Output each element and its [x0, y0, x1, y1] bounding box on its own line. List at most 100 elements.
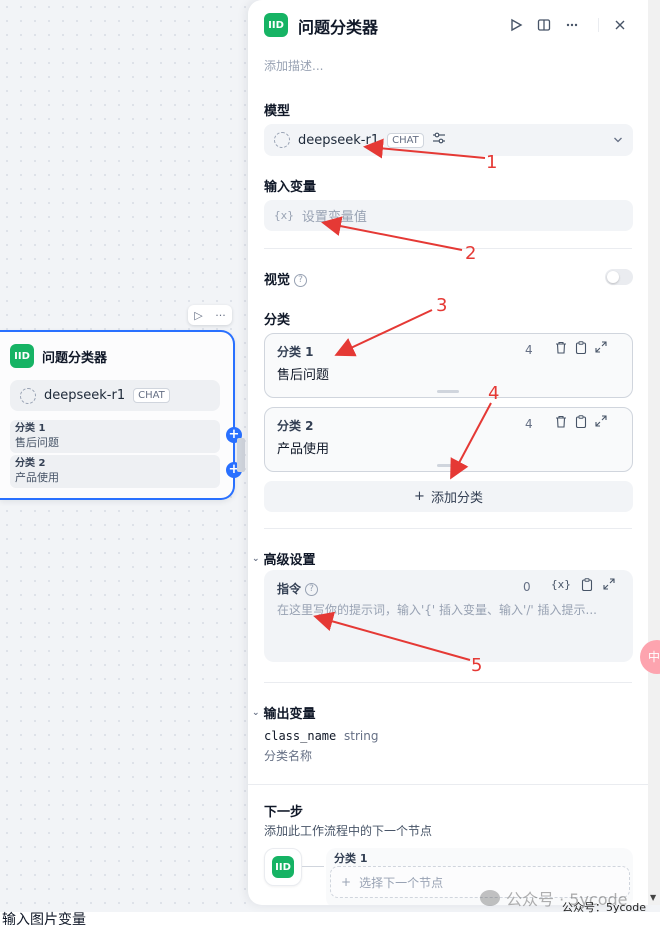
class-card[interactable]: 分类 1 4 售后问题 [264, 333, 633, 398]
trash-icon[interactable] [555, 341, 567, 358]
model-icon [274, 132, 290, 148]
advanced-settings-label: 高级设置 [263, 553, 316, 568]
node-class-item: 分类 1 售后问题 [10, 420, 220, 453]
node-model-name: deepseek-r1 [44, 388, 126, 403]
help-icon[interactable]: ? [294, 274, 308, 287]
close-icon[interactable] [608, 13, 632, 37]
class-name: 分类 1 [277, 345, 314, 359]
output-variable-type: string [344, 729, 379, 743]
next-step-label: 下一步 [264, 805, 304, 820]
class-tools [555, 341, 607, 358]
vision-label-text: 视觉 [264, 273, 291, 288]
node-class-name: 分类 1 [15, 423, 46, 434]
watermark-sub: 公众号：5ycode [562, 901, 647, 914]
instruction-label-text: 指令 [277, 582, 302, 596]
variable-icon[interactable]: {x} [551, 578, 571, 594]
instruction-tools: {x} [551, 578, 615, 594]
expand-icon[interactable] [603, 578, 615, 594]
resize-grip[interactable] [437, 390, 459, 393]
output-variable-desc: 分类名称 [264, 749, 313, 763]
model-icon [20, 387, 36, 404]
vision-toggle[interactable] [605, 269, 633, 285]
classifier-icon: IID [10, 344, 34, 368]
output-variable-name: class_name [264, 729, 337, 743]
node-class-text: 产品使用 [15, 471, 59, 484]
classes-label: 分类 [264, 313, 291, 328]
class-text[interactable]: 售后问题 [277, 364, 329, 383]
vision-label: 视觉? [264, 269, 308, 288]
class-name: 分类 2 [277, 419, 314, 433]
next-step-desc: 添加此工作流程中的下一个节点 [264, 824, 433, 838]
instruction-char-count: 0 [523, 580, 531, 594]
divider [264, 528, 632, 529]
annotation-number-2: 2 [465, 243, 477, 264]
node-model-chip: deepseek-r1 CHAT [10, 380, 220, 411]
annotation-number-4: 4 [488, 383, 500, 404]
current-node-icon: IID [264, 848, 302, 886]
node-title: 问题分类器 [42, 350, 108, 366]
expand-icon[interactable] [595, 415, 607, 432]
output-variables-label: 输出变量 [263, 707, 316, 722]
connector-line [302, 866, 324, 867]
clipboard-icon[interactable] [575, 341, 587, 358]
wechat-icon [480, 890, 500, 906]
divider [264, 682, 632, 683]
bottom-strip [0, 912, 660, 925]
clipboard-icon[interactable] [575, 415, 587, 432]
model-settings-icon[interactable] [432, 132, 446, 148]
chat-badge: CHAT [387, 132, 424, 148]
classifier-node[interactable]: IID 问题分类器 deepseek-r1 CHAT 分类 1 售后问题 分类 … [0, 330, 235, 500]
more-icon[interactable] [560, 13, 584, 37]
scroll-down-arrow-icon[interactable]: ▼ [650, 893, 656, 902]
trash-icon[interactable] [555, 415, 567, 432]
play-icon[interactable] [504, 13, 528, 37]
next-branch-name: 分类 1 [334, 852, 368, 865]
chat-badge: CHAT [133, 388, 170, 403]
node-resize-handle[interactable] [237, 438, 245, 472]
annotation-number-3: 3 [436, 295, 448, 316]
instruction-placeholder[interactable]: 在这里写你的提示词，输入'{' 插入变量、输入'/' 插入提示... [277, 601, 622, 618]
class-char-count: 4 [525, 417, 533, 431]
more-icon[interactable]: ··· [215, 309, 226, 322]
advanced-settings-toggle[interactable]: ⌄ 高级设置 [252, 549, 316, 568]
bottom-partial-text: 输入图片变量 [2, 912, 86, 925]
node-class-item: 分类 2 产品使用 [10, 455, 220, 488]
instruction-label: 指令? [277, 580, 319, 597]
help-icon[interactable]: ? [305, 583, 319, 596]
output-variables-toggle[interactable]: ⌄ 输出变量 [252, 703, 316, 722]
input-variable-label: 输入变量 [264, 180, 317, 195]
plus-icon: + [414, 489, 425, 504]
class-card[interactable]: 分类 2 4 产品使用 [264, 407, 633, 472]
instruction-editor[interactable]: 指令? 0 {x} 在这里写你的提示词，输入'{' 插入变量、输入'/' 插入提… [264, 570, 633, 662]
classifier-icon: IID [272, 856, 294, 878]
resize-grip[interactable] [437, 464, 459, 467]
divider [248, 784, 648, 785]
chevron-down-icon: ⌄ [252, 553, 260, 564]
node-class-text: 售后问题 [15, 436, 59, 449]
input-variable-field[interactable]: {x} 设置变量值 [264, 200, 633, 231]
panel-title[interactable]: 问题分类器 [298, 14, 378, 38]
header-divider [598, 18, 599, 32]
chevron-down-icon: ⌄ [252, 707, 260, 718]
clipboard-icon[interactable] [581, 578, 593, 594]
divider [264, 248, 632, 249]
play-icon[interactable]: ▷ [194, 309, 202, 322]
model-label: 模型 [264, 104, 291, 119]
description-input[interactable]: 添加描述... [264, 57, 323, 74]
plus-icon: + [341, 875, 352, 889]
class-char-count: 4 [525, 343, 533, 357]
panel-split-icon[interactable] [532, 13, 556, 37]
classifier-icon: IID [264, 13, 288, 37]
scrollbar[interactable] [648, 0, 660, 905]
add-class-button[interactable]: + 添加分类 [264, 481, 633, 512]
annotation-number-1: 1 [486, 152, 498, 173]
expand-icon[interactable] [595, 341, 607, 358]
variable-icon: {x} [274, 209, 294, 222]
node-class-name: 分类 2 [15, 458, 46, 469]
class-text[interactable]: 产品使用 [277, 438, 329, 457]
class-tools [555, 415, 607, 432]
model-name: deepseek-r1 [298, 132, 380, 148]
node-toolbar: ▷ ··· [188, 305, 232, 325]
node-settings-panel: IID 问题分类器 添加描述... 模型 deepseek-r1 CHAT 输入… [248, 0, 648, 905]
model-selector[interactable]: deepseek-r1 CHAT [264, 124, 633, 156]
